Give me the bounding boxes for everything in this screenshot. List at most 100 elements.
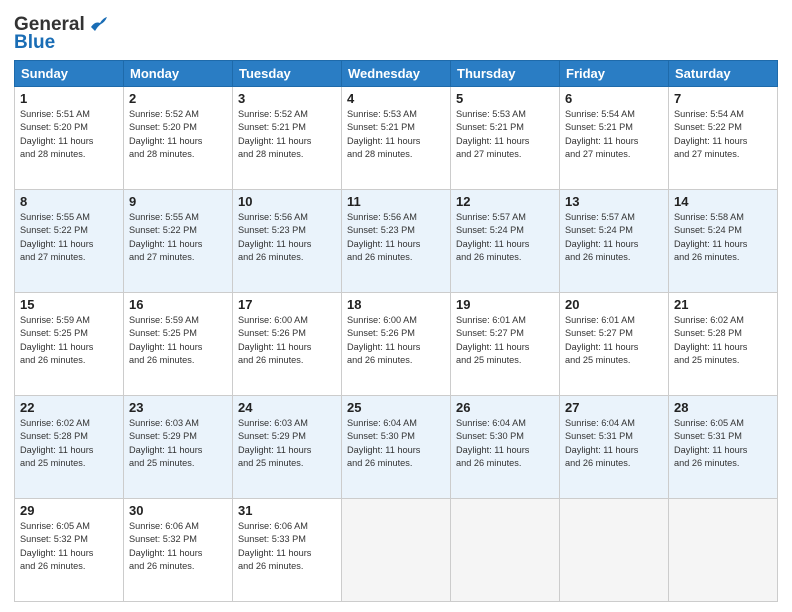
day-number: 20: [565, 297, 663, 312]
calendar-week-5: 29 Sunrise: 6:05 AMSunset: 5:32 PMDayligh…: [15, 499, 778, 602]
col-header-wednesday: Wednesday: [342, 61, 451, 87]
calendar-cell: 19 Sunrise: 6:01 AMSunset: 5:27 PMDayligh…: [451, 293, 560, 396]
calendar-cell: 29 Sunrise: 6:05 AMSunset: 5:32 PMDayligh…: [15, 499, 124, 602]
calendar-cell: 10 Sunrise: 5:56 AMSunset: 5:23 PMDayligh…: [233, 190, 342, 293]
calendar-cell: 9 Sunrise: 5:55 AMSunset: 5:22 PMDaylight…: [124, 190, 233, 293]
calendar-cell: 17 Sunrise: 6:00 AMSunset: 5:26 PMDayligh…: [233, 293, 342, 396]
day-info: Sunrise: 5:56 AMSunset: 5:23 PMDaylight:…: [238, 212, 311, 262]
day-info: Sunrise: 6:06 AMSunset: 5:33 PMDaylight:…: [238, 521, 311, 571]
calendar-cell: 20 Sunrise: 6:01 AMSunset: 5:27 PMDayligh…: [560, 293, 669, 396]
calendar-cell: [451, 499, 560, 602]
calendar-cell: 21Sunrise: 6:02 AMSunset: 5:28 PMDayligh…: [669, 293, 778, 396]
day-number: 31: [238, 503, 336, 518]
calendar-cell: [342, 499, 451, 602]
day-number: 18: [347, 297, 445, 312]
day-number: 26: [456, 400, 554, 415]
day-info: Sunrise: 5:57 AMSunset: 5:24 PMDaylight:…: [456, 212, 529, 262]
calendar-cell: 12Sunrise: 5:57 AMSunset: 5:24 PMDayligh…: [451, 190, 560, 293]
day-info: Sunrise: 5:53 AMSunset: 5:21 PMDaylight:…: [456, 109, 529, 159]
calendar-cell: 14 Sunrise: 5:58 AMSunset: 5:24 PMDayligh…: [669, 190, 778, 293]
day-info: Sunrise: 5:56 AMSunset: 5:23 PMDaylight:…: [347, 212, 420, 262]
calendar-week-3: 15Sunrise: 5:59 AMSunset: 5:25 PMDayligh…: [15, 293, 778, 396]
day-number: 5: [456, 91, 554, 106]
day-number: 6: [565, 91, 663, 106]
calendar-cell: 25 Sunrise: 6:04 AMSunset: 5:30 PMDayligh…: [342, 396, 451, 499]
day-number: 2: [129, 91, 227, 106]
day-info: Sunrise: 5:59 AMSunset: 5:25 PMDaylight:…: [20, 315, 93, 365]
calendar-cell: 27 Sunrise: 6:04 AMSunset: 5:31 PMDayligh…: [560, 396, 669, 499]
calendar-cell: 18 Sunrise: 6:00 AMSunset: 5:26 PMDayligh…: [342, 293, 451, 396]
day-number: 14: [674, 194, 772, 209]
calendar-cell: 23 Sunrise: 6:03 AMSunset: 5:29 PMDayligh…: [124, 396, 233, 499]
day-number: 7: [674, 91, 772, 106]
calendar-week-1: 1 Sunrise: 5:51 AMSunset: 5:20 PMDaylight…: [15, 87, 778, 190]
day-info: Sunrise: 6:05 AMSunset: 5:32 PMDaylight:…: [20, 521, 93, 571]
day-number: 16: [129, 297, 227, 312]
day-info: Sunrise: 6:04 AMSunset: 5:30 PMDaylight:…: [347, 418, 420, 468]
calendar-cell: 15Sunrise: 5:59 AMSunset: 5:25 PMDayligh…: [15, 293, 124, 396]
calendar-cell: 11 Sunrise: 5:56 AMSunset: 5:23 PMDayligh…: [342, 190, 451, 293]
day-info: Sunrise: 6:02 AMSunset: 5:28 PMDaylight:…: [20, 418, 93, 468]
calendar-cell: 28 Sunrise: 6:05 AMSunset: 5:31 PMDayligh…: [669, 396, 778, 499]
day-number: 30: [129, 503, 227, 518]
col-header-sunday: Sunday: [15, 61, 124, 87]
day-number: 11: [347, 194, 445, 209]
day-info: Sunrise: 6:01 AMSunset: 5:27 PMDaylight:…: [565, 315, 638, 365]
day-info: Sunrise: 5:52 AMSunset: 5:20 PMDaylight:…: [129, 109, 202, 159]
day-info: Sunrise: 6:05 AMSunset: 5:31 PMDaylight:…: [674, 418, 747, 468]
day-info: Sunrise: 5:58 AMSunset: 5:24 PMDaylight:…: [674, 212, 747, 262]
day-number: 25: [347, 400, 445, 415]
day-number: 29: [20, 503, 118, 518]
calendar-cell: 26 Sunrise: 6:04 AMSunset: 5:30 PMDayligh…: [451, 396, 560, 499]
day-info: Sunrise: 6:06 AMSunset: 5:32 PMDaylight:…: [129, 521, 202, 571]
day-number: 4: [347, 91, 445, 106]
day-info: Sunrise: 5:55 AMSunset: 5:22 PMDaylight:…: [129, 212, 202, 262]
calendar-table: SundayMondayTuesdayWednesdayThursdayFrid…: [14, 60, 778, 602]
calendar-cell: 8Sunrise: 5:55 AMSunset: 5:22 PMDaylight…: [15, 190, 124, 293]
day-number: 24: [238, 400, 336, 415]
calendar-cell: 30 Sunrise: 6:06 AMSunset: 5:32 PMDayligh…: [124, 499, 233, 602]
day-info: Sunrise: 6:03 AMSunset: 5:29 PMDaylight:…: [129, 418, 202, 468]
calendar-cell: 4 Sunrise: 5:53 AMSunset: 5:21 PMDaylight…: [342, 87, 451, 190]
calendar-cell: 1 Sunrise: 5:51 AMSunset: 5:20 PMDaylight…: [15, 87, 124, 190]
day-number: 10: [238, 194, 336, 209]
day-number: 23: [129, 400, 227, 415]
day-info: Sunrise: 5:51 AMSunset: 5:20 PMDaylight:…: [20, 109, 93, 159]
calendar-cell: 13 Sunrise: 5:57 AMSunset: 5:24 PMDayligh…: [560, 190, 669, 293]
day-info: Sunrise: 6:00 AMSunset: 5:26 PMDaylight:…: [347, 315, 420, 365]
calendar-week-2: 8Sunrise: 5:55 AMSunset: 5:22 PMDaylight…: [15, 190, 778, 293]
day-info: Sunrise: 6:04 AMSunset: 5:31 PMDaylight:…: [565, 418, 638, 468]
day-number: 28: [674, 400, 772, 415]
calendar-cell: 24 Sunrise: 6:03 AMSunset: 5:29 PMDayligh…: [233, 396, 342, 499]
calendar-header-row: SundayMondayTuesdayWednesdayThursdayFrid…: [15, 61, 778, 87]
day-number: 22: [20, 400, 118, 415]
calendar-cell: 31 Sunrise: 6:06 AMSunset: 5:33 PMDayligh…: [233, 499, 342, 602]
day-number: 9: [129, 194, 227, 209]
calendar-cell: 22 Sunrise: 6:02 AMSunset: 5:28 PMDayligh…: [15, 396, 124, 499]
day-info: Sunrise: 6:00 AMSunset: 5:26 PMDaylight:…: [238, 315, 311, 365]
logo-bird-icon: [87, 13, 109, 35]
col-header-thursday: Thursday: [451, 61, 560, 87]
col-header-monday: Monday: [124, 61, 233, 87]
day-info: Sunrise: 6:03 AMSunset: 5:29 PMDaylight:…: [238, 418, 311, 468]
day-info: Sunrise: 5:53 AMSunset: 5:21 PMDaylight:…: [347, 109, 420, 159]
calendar-cell: 5 Sunrise: 5:53 AMSunset: 5:21 PMDaylight…: [451, 87, 560, 190]
col-header-saturday: Saturday: [669, 61, 778, 87]
col-header-friday: Friday: [560, 61, 669, 87]
day-number: 1: [20, 91, 118, 106]
calendar-cell: 16Sunrise: 5:59 AMSunset: 5:25 PMDayligh…: [124, 293, 233, 396]
day-info: Sunrise: 6:04 AMSunset: 5:30 PMDaylight:…: [456, 418, 529, 468]
day-number: 3: [238, 91, 336, 106]
day-number: 27: [565, 400, 663, 415]
day-number: 19: [456, 297, 554, 312]
day-number: 17: [238, 297, 336, 312]
calendar-cell: [560, 499, 669, 602]
calendar-cell: 3 Sunrise: 5:52 AMSunset: 5:21 PMDaylight…: [233, 87, 342, 190]
header: General Blue: [14, 10, 778, 54]
day-info: Sunrise: 5:52 AMSunset: 5:21 PMDaylight:…: [238, 109, 311, 159]
calendar-cell: 7Sunrise: 5:54 AMSunset: 5:22 PMDaylight…: [669, 87, 778, 190]
day-number: 13: [565, 194, 663, 209]
day-info: Sunrise: 5:57 AMSunset: 5:24 PMDaylight:…: [565, 212, 638, 262]
day-info: Sunrise: 6:01 AMSunset: 5:27 PMDaylight:…: [456, 315, 529, 365]
day-info: Sunrise: 5:54 AMSunset: 5:21 PMDaylight:…: [565, 109, 638, 159]
